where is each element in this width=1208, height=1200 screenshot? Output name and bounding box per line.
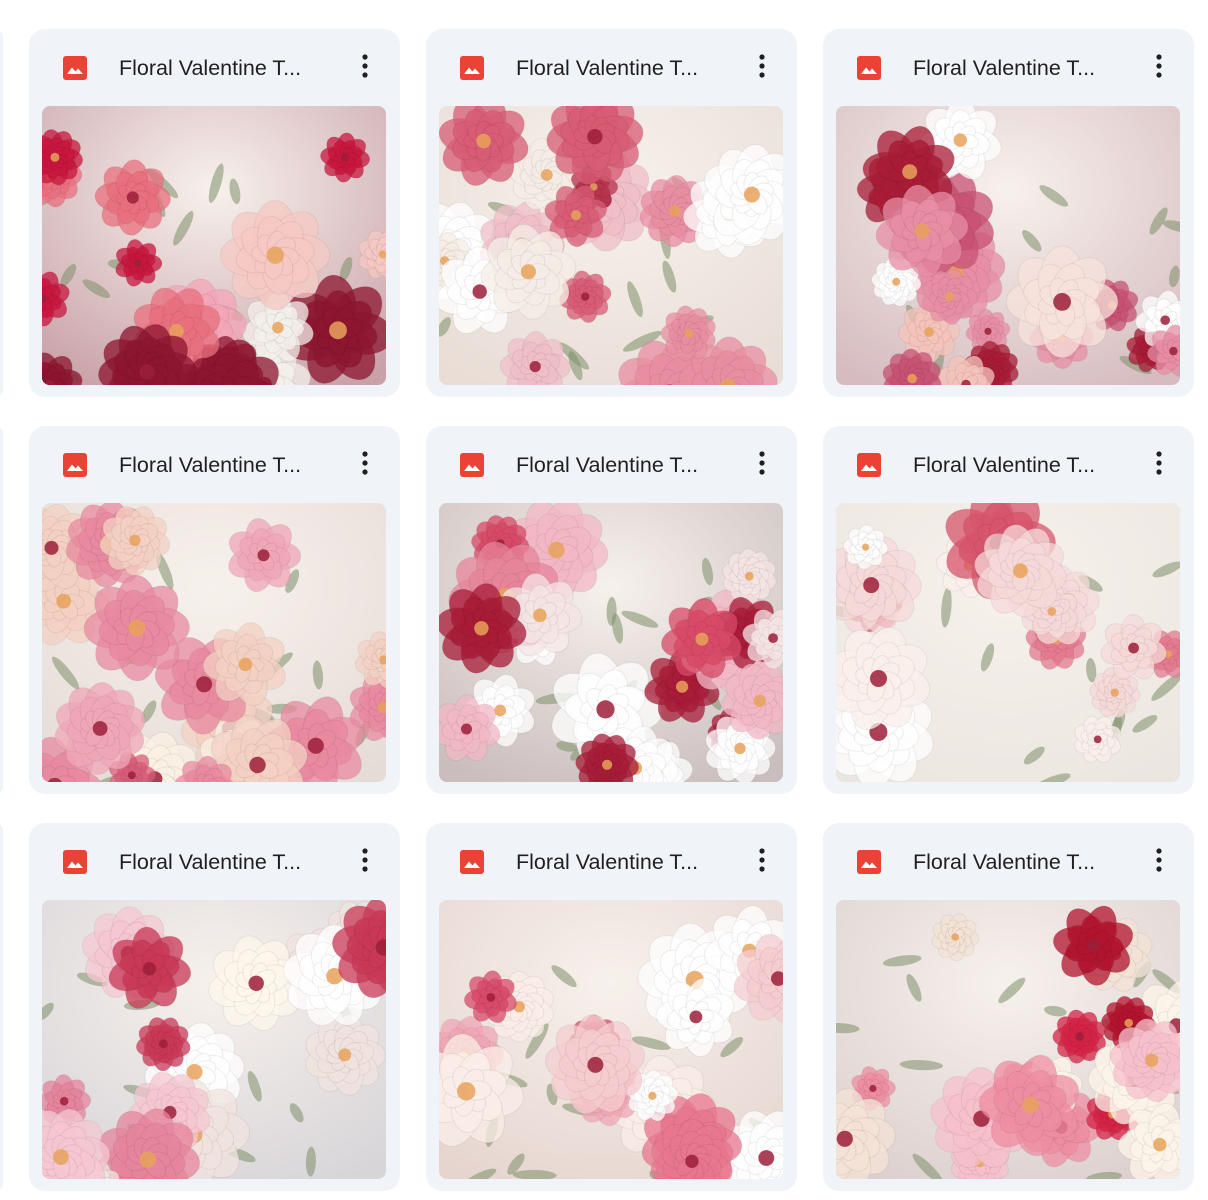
file-name: Floral Valentine T... [913, 453, 1096, 477]
file-thumbnail[interactable] [439, 900, 783, 1179]
floral-image [42, 900, 386, 1179]
file-card[interactable]: Floral Valentine T... [426, 426, 797, 794]
file-card[interactable]: Floral Valentine T... [29, 29, 400, 397]
more-vert-icon [362, 451, 368, 475]
more-vert-icon [759, 54, 765, 78]
more-vert-icon [362, 54, 368, 78]
image-file-icon [459, 452, 485, 478]
file-thumbnail[interactable] [836, 503, 1180, 782]
image-file-icon [62, 849, 88, 875]
image-file-icon [459, 55, 485, 81]
more-vert-icon [1156, 848, 1162, 872]
file-name: Floral Valentine T... [119, 56, 302, 80]
floral-image [836, 503, 1180, 782]
file-thumbnail[interactable] [439, 503, 783, 782]
partial-card-edge [0, 29, 3, 397]
file-card-header: Floral Valentine T... [426, 823, 797, 900]
more-vert-icon [1156, 451, 1162, 475]
more-vert-icon [1156, 54, 1162, 78]
partial-card-edge [0, 823, 3, 1191]
file-card[interactable]: Floral Valentine T... [823, 29, 1194, 397]
file-card[interactable]: Floral Valentine T... [426, 29, 797, 397]
file-thumbnail[interactable] [439, 106, 783, 385]
more-options-button[interactable] [347, 48, 383, 84]
floral-image [42, 106, 386, 385]
partial-card-edge [0, 426, 3, 794]
more-options-button[interactable] [1141, 842, 1177, 878]
more-options-button[interactable] [1141, 445, 1177, 481]
more-vert-icon [362, 848, 368, 872]
more-options-button[interactable] [347, 842, 383, 878]
image-file-icon [856, 452, 882, 478]
file-card-header: Floral Valentine T... [823, 426, 1194, 503]
file-card-header: Floral Valentine T... [823, 823, 1194, 900]
file-card[interactable]: Floral Valentine T... [29, 426, 400, 794]
file-grid: Floral Valentine T... Floral Valentine T… [29, 29, 1194, 1191]
image-file-icon [459, 849, 485, 875]
more-vert-icon [759, 451, 765, 475]
file-thumbnail[interactable] [42, 106, 386, 385]
floral-image [439, 503, 783, 782]
file-card[interactable]: Floral Valentine T... [823, 823, 1194, 1191]
file-name: Floral Valentine T... [913, 850, 1096, 874]
floral-image [439, 106, 783, 385]
floral-image [42, 503, 386, 782]
image-file-icon [62, 55, 88, 81]
file-name: Floral Valentine T... [119, 850, 302, 874]
file-thumbnail[interactable] [42, 503, 386, 782]
file-name: Floral Valentine T... [119, 453, 302, 477]
file-card[interactable]: Floral Valentine T... [823, 426, 1194, 794]
file-thumbnail[interactable] [836, 900, 1180, 1179]
file-name: Floral Valentine T... [516, 56, 699, 80]
file-name: Floral Valentine T... [913, 56, 1096, 80]
floral-image [836, 900, 1180, 1179]
file-thumbnail[interactable] [42, 900, 386, 1179]
file-name: Floral Valentine T... [516, 453, 699, 477]
more-vert-icon [759, 848, 765, 872]
file-card-header: Floral Valentine T... [29, 426, 400, 503]
image-file-icon [62, 452, 88, 478]
more-options-button[interactable] [744, 445, 780, 481]
file-card[interactable]: Floral Valentine T... [426, 823, 797, 1191]
floral-image [836, 106, 1180, 385]
file-card-header: Floral Valentine T... [823, 29, 1194, 106]
image-file-icon [856, 55, 882, 81]
image-file-icon [856, 849, 882, 875]
file-card-header: Floral Valentine T... [426, 29, 797, 106]
floral-image [439, 900, 783, 1179]
more-options-button[interactable] [1141, 48, 1177, 84]
file-name: Floral Valentine T... [516, 850, 699, 874]
file-card-header: Floral Valentine T... [426, 426, 797, 503]
file-card-header: Floral Valentine T... [29, 823, 400, 900]
more-options-button[interactable] [347, 445, 383, 481]
more-options-button[interactable] [744, 842, 780, 878]
more-options-button[interactable] [744, 48, 780, 84]
file-card-header: Floral Valentine T... [29, 29, 400, 106]
file-thumbnail[interactable] [836, 106, 1180, 385]
file-card[interactable]: Floral Valentine T... [29, 823, 400, 1191]
